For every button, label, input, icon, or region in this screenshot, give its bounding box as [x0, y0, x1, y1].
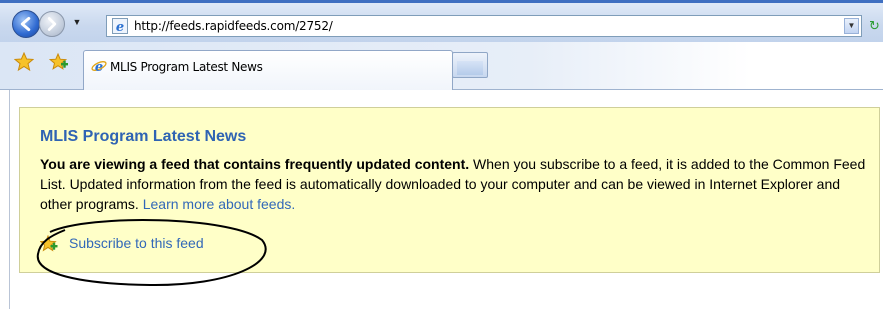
- back-arrow-icon: [20, 16, 31, 32]
- feed-intro-bold: You are viewing a feed that contains fre…: [40, 156, 470, 172]
- refresh-button[interactable]: ↻: [866, 17, 883, 35]
- address-url[interactable]: http://feeds.rapidfeeds.com/2752/: [134, 19, 333, 33]
- chevron-down-icon: ▼: [847, 21, 856, 30]
- back-button[interactable]: [12, 10, 40, 38]
- tab-mlis-program-latest-news[interactable]: e MLIS Program Latest News: [83, 50, 453, 90]
- feed-title: MLIS Program Latest News: [40, 128, 247, 145]
- address-dropdown-button[interactable]: ▼: [844, 18, 859, 34]
- svg-text:e: e: [95, 60, 103, 74]
- annotation-ellipse: [36, 219, 267, 287]
- forward-button[interactable]: [39, 11, 65, 37]
- page-border: [9, 90, 10, 309]
- star-icon[interactable]: [14, 52, 34, 72]
- svg-text:e: e: [116, 20, 124, 34]
- address-bar[interactable]: e http://feeds.rapidfeeds.com/2752/ ▼: [106, 15, 862, 37]
- refresh-icon: ↻: [869, 18, 880, 33]
- feed-description: You are viewing a feed that contains fre…: [40, 154, 870, 214]
- star-plus-icon[interactable]: [49, 52, 69, 72]
- internet-explorer-icon: e: [112, 18, 128, 34]
- tab-label: MLIS Program Latest News: [110, 60, 263, 74]
- forward-arrow-icon: [47, 17, 57, 31]
- internet-explorer-icon: e: [91, 60, 107, 74]
- history-dropdown-button[interactable]: ▼: [71, 14, 83, 30]
- new-tab-button[interactable]: [452, 52, 488, 78]
- chevron-down-icon: ▼: [72, 17, 82, 27]
- new-tab-icon: [457, 61, 483, 75]
- tab-bar: e MLIS Program Latest News: [0, 42, 883, 90]
- learn-more-link[interactable]: Learn more about feeds.: [143, 196, 296, 212]
- navigation-bar: ▼ e http://feeds.rapidfeeds.com/2752/ ▼ …: [0, 0, 883, 42]
